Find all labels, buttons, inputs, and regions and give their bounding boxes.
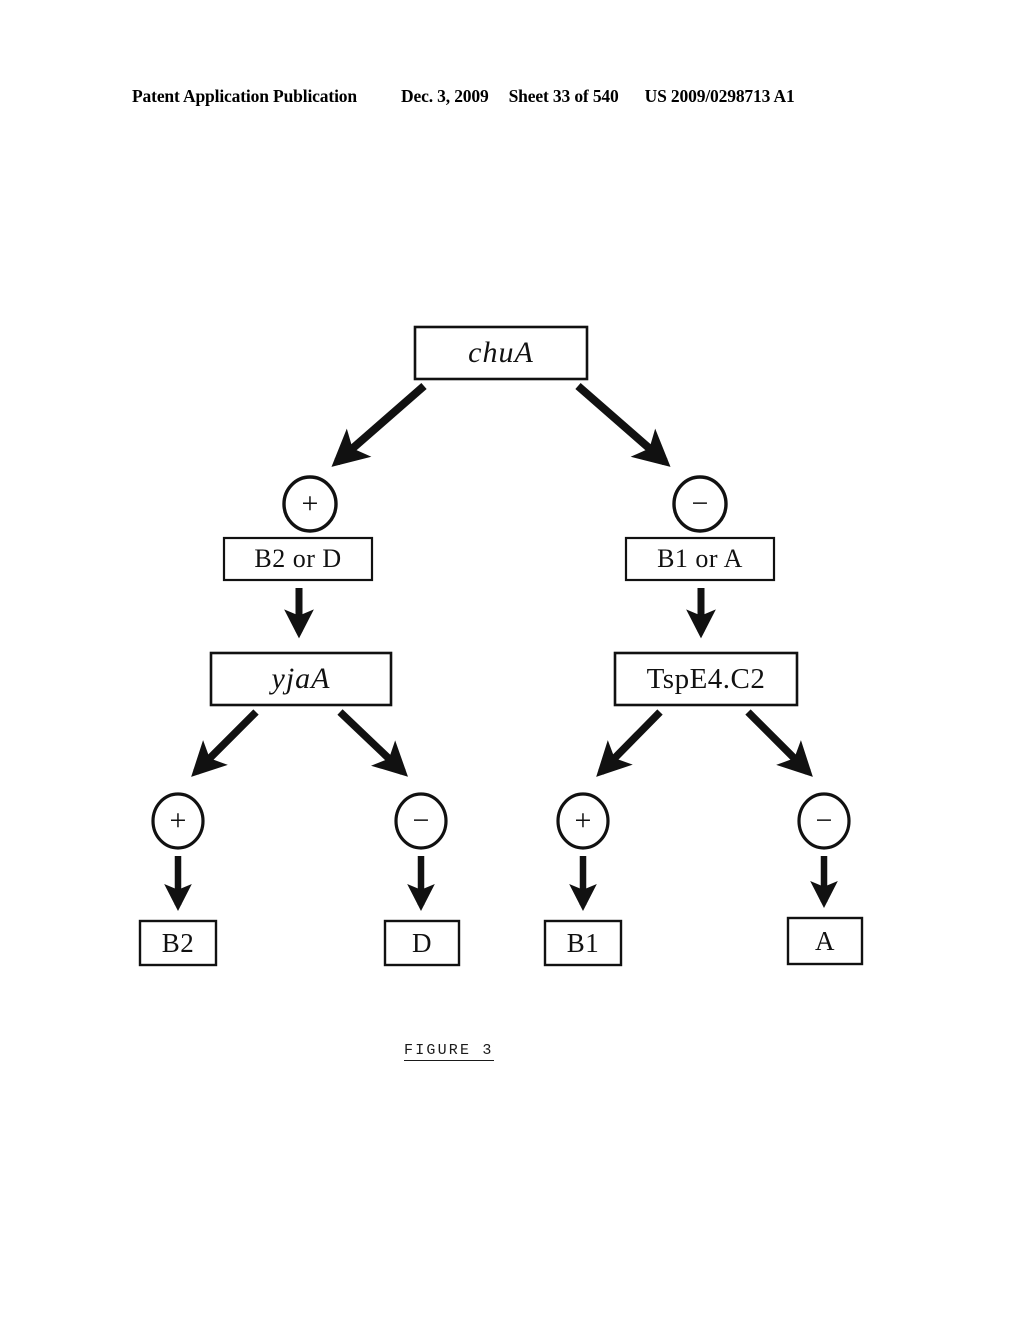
figure-diagram: chuA + − B2 or D B1 or A yjaA TspE4.C2 +… xyxy=(0,0,1024,1320)
node-label-chua: chuA xyxy=(468,336,534,369)
figure-caption: FIGURE 3 xyxy=(404,1042,494,1061)
arrow-tspe4-to-minus xyxy=(745,709,813,777)
sign-label-chua-minus: − xyxy=(691,487,709,520)
arrow-chua-to-plus xyxy=(331,382,427,467)
sign-label-yjaa-plus: + xyxy=(169,804,187,837)
sign-label-yjaa-minus: − xyxy=(412,804,430,837)
node-label-b2: B2 xyxy=(161,927,195,958)
node-label-a: A xyxy=(815,925,835,956)
node-label-b2-or-d: B2 or D xyxy=(254,544,342,573)
sign-label-tspe4-minus: − xyxy=(815,804,833,837)
arrow-yjaa-to-plus xyxy=(191,709,259,777)
sign-label-tspe4-plus: + xyxy=(574,804,592,837)
node-label-yjaa: yjaA xyxy=(271,662,331,695)
node-label-tspe4c2: TspE4.C2 xyxy=(646,662,766,695)
diagram-vector-layer xyxy=(138,325,864,967)
arrow-chua-to-minus xyxy=(575,382,671,467)
node-label-b1: B1 xyxy=(566,927,600,958)
arrow-yjaa-to-minus xyxy=(337,709,408,777)
sign-label-chua-plus: + xyxy=(301,487,319,520)
node-label-b1-or-a: B1 or A xyxy=(657,544,743,573)
node-label-d: D xyxy=(412,927,432,958)
arrow-tspe4-to-plus xyxy=(596,709,663,777)
